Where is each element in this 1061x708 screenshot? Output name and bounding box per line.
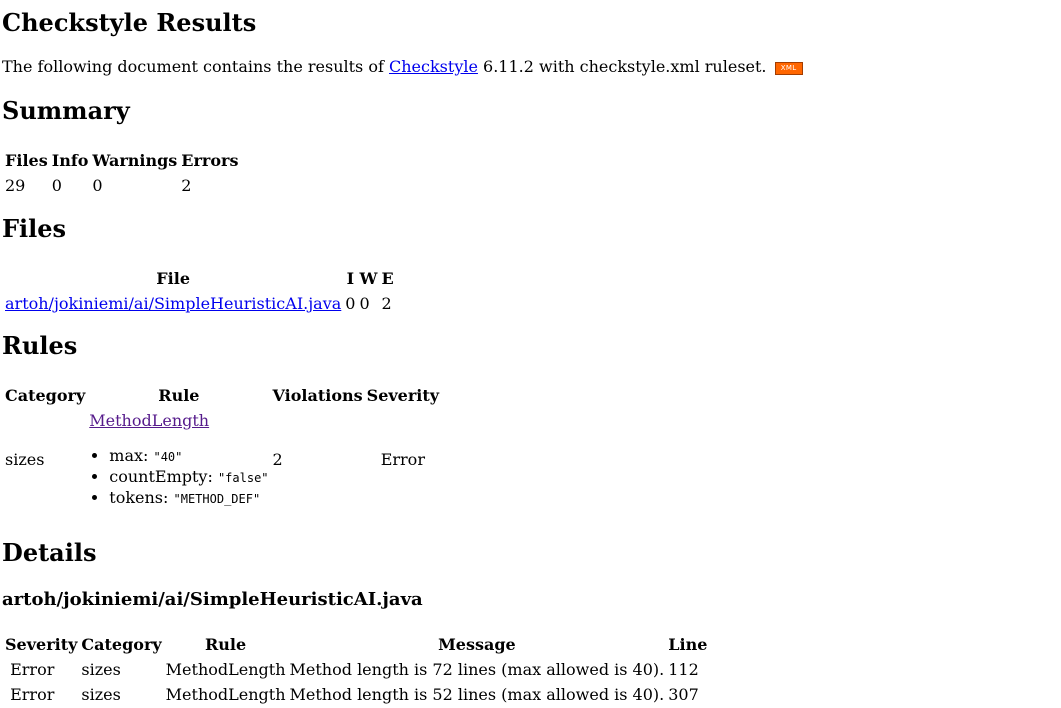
summary-warnings-count: 0 <box>92 176 103 195</box>
rules-header-severity: Severity <box>366 386 440 405</box>
page-title: Checkstyle Results <box>2 8 257 37</box>
property-value: "40" <box>153 450 183 464</box>
files-header-row: File I W E <box>4 267 395 290</box>
file-errors-count: 2 <box>381 294 392 313</box>
files-heading: Files <box>2 214 67 243</box>
summary-info-count: 0 <box>51 176 62 195</box>
property-value: "METHOD_DEF" <box>173 492 261 506</box>
detail-rule: MethodLength <box>165 660 286 679</box>
property-key: tokens <box>109 488 164 507</box>
property-value: "false" <box>217 471 269 485</box>
summary-table: Files Info Warnings Errors 29 0 0 2 <box>2 147 241 199</box>
details-table: Severity Category Rule Message Line Erro… <box>2 631 710 708</box>
rules-heading: Rules <box>2 331 78 360</box>
details-header-rule: Rule <box>205 635 247 654</box>
details-header-severity: Severity <box>5 635 78 654</box>
files-header-warnings: W <box>359 269 378 288</box>
rule-severity: Error <box>380 450 425 469</box>
rule-violations: 2 <box>272 450 283 469</box>
rule-cell: MethodLength max: "40" countEmpty: "fals… <box>88 409 269 510</box>
summary-heading: Summary <box>2 96 130 125</box>
rules-header-violations: Violations <box>272 386 363 405</box>
rule-category: sizes <box>5 450 45 469</box>
summary-header-row: Files Info Warnings Errors <box>4 149 239 172</box>
line-link[interactable]: 307 <box>668 685 699 704</box>
details-header-category: Category <box>81 635 162 654</box>
summary-header-warnings: Warnings <box>92 151 178 170</box>
details-row: Error sizes MethodLength Method length i… <box>4 658 708 681</box>
intro-paragraph: The following document contains the resu… <box>2 59 803 75</box>
details-heading: Details <box>2 538 97 567</box>
rule-properties: max: "40" countEmpty: "false" tokens: "M… <box>89 446 268 509</box>
property-key: max <box>109 446 143 465</box>
property-key: countEmpty <box>109 467 208 486</box>
xml-feed-icon[interactable]: XML <box>772 57 803 76</box>
summary-value-row: 29 0 0 2 <box>4 174 239 197</box>
files-row: artoh/jokiniemi/ai/SimpleHeuristicAI.jav… <box>4 292 395 315</box>
detail-line: 112 <box>667 658 708 681</box>
summary-errors-count: 2 <box>181 176 192 195</box>
detail-category: sizes <box>81 660 121 679</box>
summary-files-count: 29 <box>5 176 26 195</box>
checkstyle-link[interactable]: Checkstyle <box>389 57 478 76</box>
file-warnings-count: 0 <box>359 294 370 313</box>
summary-header-files: Files <box>5 151 48 170</box>
files-header-errors: E <box>381 269 394 288</box>
rules-row: sizes MethodLength max: "40" countEmpty:… <box>4 409 440 510</box>
detail-severity: Error <box>10 660 55 679</box>
files-table: File I W E artoh/jokiniemi/ai/SimpleHeur… <box>2 265 397 317</box>
rules-header-row: Category Rule Violations Severity <box>4 384 440 407</box>
files-header-info: I <box>346 269 355 288</box>
xml-badge-label: XML <box>774 62 803 75</box>
rule-property: countEmpty: "false" <box>109 467 268 488</box>
rules-header-category: Category <box>5 386 86 405</box>
rules-header-rule: Rule <box>158 386 200 405</box>
rules-table: Category Rule Violations Severity sizes … <box>2 382 442 512</box>
file-cell: artoh/jokiniemi/ai/SimpleHeuristicAI.jav… <box>4 292 342 315</box>
summary-header-info: Info <box>51 151 89 170</box>
details-header-message: Message <box>438 635 516 654</box>
rule-property: max: "40" <box>109 446 268 467</box>
file-info-count: 0 <box>345 294 356 313</box>
intro-prefix: The following document contains the resu… <box>2 57 389 76</box>
details-file-heading: artoh/jokiniemi/ai/SimpleHeuristicAI.jav… <box>2 589 423 610</box>
summary-header-errors: Errors <box>181 151 239 170</box>
files-header-file: File <box>156 269 190 288</box>
file-link[interactable]: artoh/jokiniemi/ai/SimpleHeuristicAI.jav… <box>5 294 341 313</box>
details-header-row: Severity Category Rule Message Line <box>4 633 708 656</box>
rule-property: tokens: "METHOD_DEF" <box>109 488 268 509</box>
details-header-line: Line <box>668 635 708 654</box>
intro-suffix: 6.11.2 with checkstyle.xml ruleset. <box>477 57 767 76</box>
line-link[interactable]: 112 <box>668 660 699 679</box>
rule-link-methodlength[interactable]: MethodLength <box>89 411 209 430</box>
detail-message: Method length is 72 lines (max allowed i… <box>289 660 665 679</box>
